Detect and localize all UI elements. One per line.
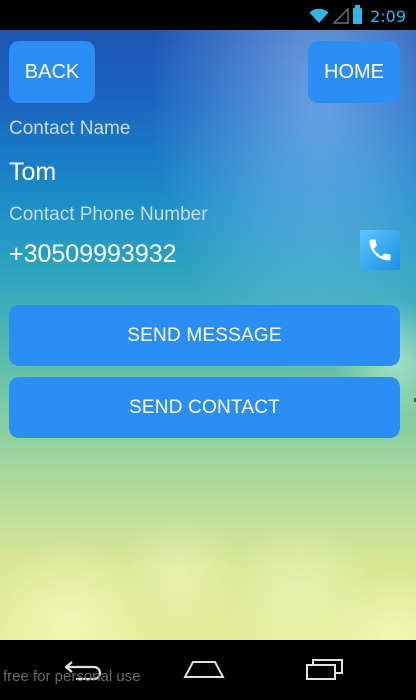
status-icons: 2:09 <box>309 5 406 27</box>
home-nav-icon <box>183 661 225 678</box>
send-contact-button[interactable]: SEND CONTACT <box>9 377 400 438</box>
phone-icon <box>369 239 391 261</box>
contact-name-value: Tom <box>9 158 57 186</box>
battery-icon <box>353 5 363 24</box>
wifi-icon <box>309 8 329 23</box>
contact-phone-label: Contact Phone Number <box>9 204 208 225</box>
nav-home-button[interactable] <box>174 652 234 686</box>
status-bar: 2:09 <box>0 0 416 30</box>
phone-screen: 2:09 BACK HOME Contact Name Tom Contact … <box>0 0 416 700</box>
navigation-bar: free for personal use <box>0 640 416 700</box>
home-button[interactable]: HOME <box>308 41 400 103</box>
signal-icon <box>333 8 349 24</box>
back-button[interactable]: BACK <box>9 41 95 103</box>
call-button[interactable] <box>360 230 400 270</box>
recent-apps-icon <box>306 659 343 680</box>
contact-name-label: Contact Name <box>9 118 131 139</box>
status-time: 2:09 <box>370 6 406 26</box>
nav-recent-apps-button[interactable] <box>295 652 355 686</box>
contact-phone-value: +30509993932 <box>9 240 177 268</box>
send-message-button[interactable]: SEND MESSAGE <box>9 305 400 366</box>
contact-detail-screen: BACK HOME Contact Name Tom Contact Phone… <box>0 30 416 640</box>
watermark-text: free for personal use <box>3 668 141 685</box>
